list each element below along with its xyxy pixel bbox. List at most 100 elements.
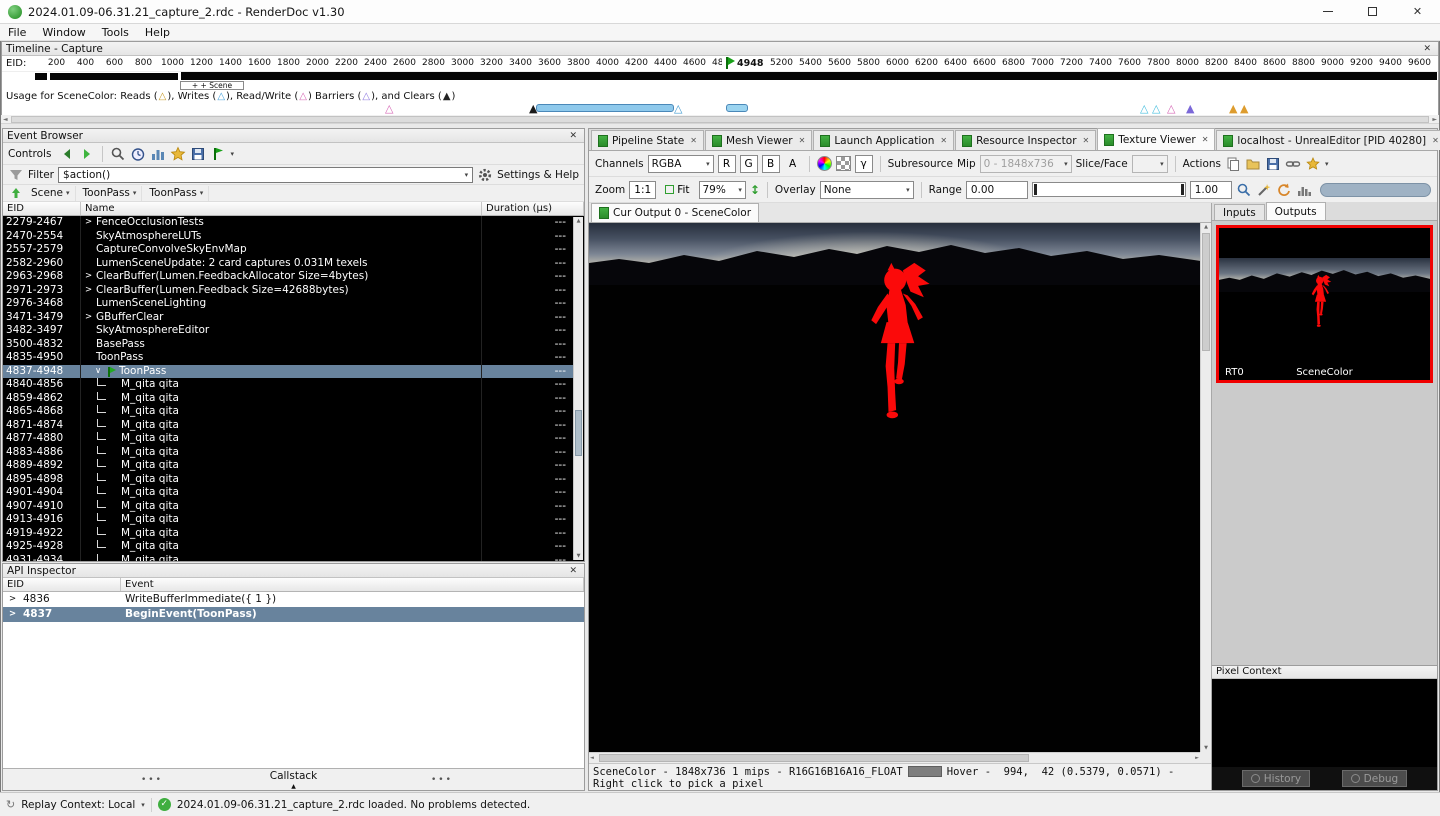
event-row[interactable]: 2971-2973 > ClearBuffer(Lumen.Feedback S…	[3, 284, 574, 298]
menu-item[interactable]: Window	[34, 24, 93, 41]
expand-arrow-icon[interactable]: >	[9, 592, 17, 607]
event-row[interactable]: 4913-4916 M_qita qita ---	[3, 513, 574, 527]
breadcrumb-caret-icon[interactable]: ▾	[66, 189, 70, 197]
usage-marker-icon[interactable]: △	[674, 102, 682, 115]
usage-range-bar[interactable]	[536, 104, 674, 112]
event-row[interactable]: 4837-4948 ∨ ToonPass ---	[3, 365, 574, 379]
event-row[interactable]: 2963-2968 > ClearBuffer(Lumen.FeedbackAl…	[3, 270, 574, 284]
range-min-input[interactable]: 0.00	[966, 181, 1028, 199]
expand-arrow-icon[interactable]: ∨	[95, 365, 106, 379]
event-row[interactable]: 4859-4862 M_qita qita ---	[3, 392, 574, 406]
maximize-button[interactable]	[1350, 0, 1395, 24]
event-row[interactable]: 4895-4898 M_qita qita ---	[3, 473, 574, 487]
settings-gear-icon[interactable]	[477, 167, 493, 183]
io-tab[interactable]: Outputs	[1266, 202, 1326, 220]
tab-close-icon[interactable]: ✕	[1083, 136, 1090, 145]
autofit-wand-icon[interactable]	[1256, 182, 1272, 198]
column-eid[interactable]: EID	[3, 578, 121, 591]
reset-range-icon[interactable]	[1276, 182, 1292, 198]
usage-marker-icon[interactable]: ▲	[1229, 102, 1237, 115]
timeline-scroll-thumb[interactable]	[11, 116, 1429, 123]
breadcrumb-item[interactable]: Scene ▾	[26, 186, 76, 201]
timeline-ruler[interactable]: EID: 20040060080010001200140016001800200…	[2, 56, 1438, 72]
bookmark-dropdown-icon[interactable]: ▾	[230, 150, 234, 158]
event-row[interactable]: 2582-2960 LumenSceneUpdate: 2 card captu…	[3, 257, 574, 271]
usage-marker-icon[interactable]: △	[1140, 102, 1148, 115]
minimize-button[interactable]	[1305, 0, 1350, 24]
doc-tab[interactable]: Texture Viewer ✕	[1097, 128, 1215, 150]
usage-marker-icon[interactable]: ▲	[1186, 102, 1194, 115]
texture-display[interactable]: ▲ ▼ ◄ ►	[589, 223, 1211, 763]
zoom-range-icon[interactable]	[1236, 182, 1252, 198]
bookmark-flag-icon[interactable]	[210, 146, 226, 162]
zoom-1to1-button[interactable]: 1:1	[629, 181, 656, 199]
splitter-grip[interactable]: •••	[431, 775, 453, 785]
event-row[interactable]: 2279-2467 > FenceOcclusionTests ---	[3, 216, 574, 230]
event-row[interactable]: 4925-4928 M_qita qita ---	[3, 540, 574, 554]
scroll-thumb[interactable]	[1202, 233, 1210, 351]
breadcrumb-item[interactable]: ToonPass ▾	[78, 186, 143, 201]
api-inspector-close-icon[interactable]: ✕	[566, 566, 580, 576]
filter-input[interactable]: $action() ▾	[58, 167, 473, 183]
range-slider[interactable]	[1032, 182, 1186, 197]
column-event[interactable]: Event	[121, 578, 584, 591]
slice-face-dropdown[interactable]: ▾	[1132, 155, 1168, 173]
actions-dropdown-icon[interactable]: ▾	[1325, 160, 1329, 168]
usage-marker-icon[interactable]: △	[385, 102, 393, 115]
timeline-frame-bar[interactable]	[50, 73, 178, 80]
bookmark-star-icon[interactable]	[170, 146, 186, 162]
stats-icon[interactable]	[150, 146, 166, 162]
scroll-left-icon[interactable]: ◄	[590, 753, 594, 763]
overlay-dropdown[interactable]: None ▾	[820, 181, 914, 199]
checkerboard-background-icon[interactable]	[836, 156, 851, 171]
prev-event-icon[interactable]	[59, 146, 75, 162]
event-row[interactable]: 4877-4880 M_qita qita ---	[3, 432, 574, 446]
gamma-button[interactable]: γ	[855, 155, 873, 173]
expand-arrow-icon[interactable]: >	[85, 270, 96, 284]
copy-icon[interactable]	[1225, 156, 1241, 172]
expand-arrow-icon[interactable]: >	[9, 607, 17, 622]
expand-arrow-icon[interactable]: >	[85, 284, 96, 298]
green-channel-button[interactable]: G	[740, 155, 758, 173]
scroll-up-icon[interactable]: ▲	[574, 218, 583, 224]
save-texture-icon[interactable]	[1265, 156, 1281, 172]
doc-tab[interactable]: Mesh Viewer ✕	[705, 130, 812, 150]
mip-dropdown[interactable]: 0 - 1848x736 ▾	[980, 155, 1072, 173]
replay-context-dropdown-icon[interactable]: ▾	[141, 801, 145, 809]
event-row[interactable]: 2470-2554 SkyAtmosphereLUTs ---	[3, 230, 574, 244]
breadcrumb-caret-icon[interactable]: ▾	[133, 189, 137, 197]
pixel-context-view[interactable]	[1212, 679, 1437, 767]
event-row[interactable]: 4889-4892 M_qita qita ---	[3, 459, 574, 473]
scroll-up-icon[interactable]: ▲	[1201, 224, 1211, 230]
find-event-icon[interactable]	[110, 146, 126, 162]
timeline-capture-bar[interactable]	[181, 72, 1437, 80]
rt0-thumbnail[interactable]: RT0 SceneColor	[1216, 225, 1433, 383]
tab-close-icon[interactable]: ✕	[799, 136, 806, 145]
usage-range-bar[interactable]	[726, 104, 748, 112]
tab-close-icon[interactable]: ✕	[940, 136, 947, 145]
zoom-dropdown[interactable]: 79% ▾	[699, 181, 746, 199]
scroll-down-icon[interactable]: ▼	[1201, 745, 1211, 751]
timeline-frame-bar[interactable]	[35, 73, 47, 80]
debug-button[interactable]: Debug	[1342, 770, 1408, 787]
texture-vertical-scrollbar[interactable]: ▲ ▼	[1200, 223, 1211, 752]
red-channel-button[interactable]: R	[718, 155, 736, 173]
event-row[interactable]: 4907-4910 M_qita qita ---	[3, 500, 574, 514]
scroll-down-icon[interactable]: ▼	[574, 553, 583, 559]
column-eid[interactable]: EID	[3, 202, 81, 215]
callstack-label[interactable]: Callstack	[3, 770, 584, 782]
breadcrumb-item[interactable]: ToonPass ▾	[144, 186, 209, 201]
breadcrumb-caret-icon[interactable]: ▾	[200, 189, 204, 197]
event-row[interactable]: 2976-3468 LumenSceneLighting ---	[3, 297, 574, 311]
texture-horizontal-scrollbar[interactable]: ◄ ►	[589, 752, 1200, 763]
event-row[interactable]: 4865-4868 M_qita qita ---	[3, 405, 574, 419]
expand-arrow-icon[interactable]: >	[85, 311, 96, 325]
scene-marker[interactable]: + + Scene	[180, 81, 244, 90]
histogram-icon[interactable]	[1296, 182, 1312, 198]
color-wheel-icon[interactable]	[817, 156, 832, 171]
tab-close-icon[interactable]: ✕	[1432, 136, 1439, 145]
event-browser-scrollbar[interactable]: ▲ ▼	[573, 217, 583, 560]
timeline-bars[interactable]	[2, 72, 1438, 81]
range-histogram-bar[interactable]	[1320, 183, 1431, 197]
callstack-expand-icon[interactable]: ▲	[3, 783, 584, 790]
